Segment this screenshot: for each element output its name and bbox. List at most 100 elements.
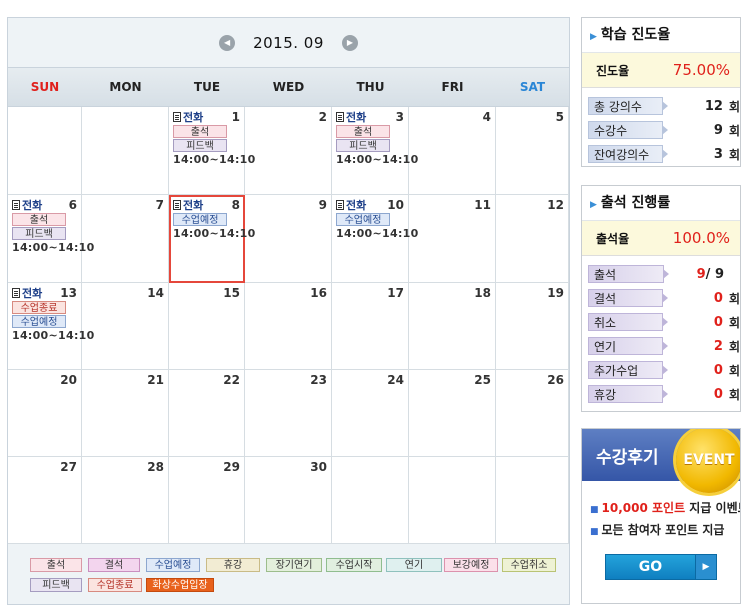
class-time: 14:00~14:10 <box>336 227 419 240</box>
class-entry[interactable]: 전화 수업예정 14:00~14:10 <box>173 198 256 240</box>
calendar-day-cell[interactable]: 6 전화 출석 피드백 14:00~14:10 <box>8 195 94 283</box>
calendar-day-cell[interactable]: 1 전화 출석 피드백 14:00~14:10 <box>169 107 255 195</box>
calendar-day-cell[interactable]: 9 <box>245 195 332 283</box>
legend-item: 수업시작 <box>326 558 382 572</box>
calendar-day-cell[interactable] <box>409 457 496 544</box>
stat-number: 0 <box>713 386 723 402</box>
calendar-day-cell[interactable]: 8 전화 수업예정 14:00~14:10 <box>169 195 255 283</box>
calendar-day-cell[interactable]: 28 <box>82 457 169 544</box>
arrow-left-icon: ◀ <box>224 38 231 47</box>
event-line-1: ■10,000 포인트 지급 이벤트 <box>590 501 740 515</box>
calendar-day-cell[interactable] <box>8 107 82 195</box>
calendar-day-cell[interactable]: 15 <box>169 283 245 370</box>
legend-item: 피드백 <box>30 578 82 592</box>
legend-item: 결석 <box>88 558 140 572</box>
tag-row: 피드백 <box>12 226 90 240</box>
legend-item: 수업취소 <box>502 558 556 572</box>
stat-label: 수강수 <box>588 121 669 139</box>
calendar-day-cell[interactable]: 24 <box>332 370 409 457</box>
class-entry[interactable]: 전화 출석 피드백 14:00~14:10 <box>173 110 255 166</box>
calendar-day-cell[interactable]: 5 <box>496 107 569 195</box>
status-tag: 피드백 <box>336 139 390 152</box>
memo-icon <box>336 112 344 122</box>
stat-value: 9/ 9 <box>664 267 724 282</box>
stat-value: 0 <box>663 291 723 306</box>
stat-label: 결석 <box>588 289 669 307</box>
stat-unit: 회 <box>728 339 740 354</box>
bullet-arrow-icon: ▶ <box>590 32 597 42</box>
calendar-day-cell[interactable]: 29 <box>169 457 245 544</box>
calendar-day-cell[interactable] <box>82 107 169 195</box>
status-legend: 출석 결석 수업예정 휴강 장기연기 수업시작 연기 보강예정 수업취소 피드백 수업종료 화상수업입… <box>8 548 569 604</box>
tag-row: 수업예정 <box>173 212 251 226</box>
calendar-day-cell[interactable]: 21 <box>82 370 169 457</box>
weekday-sat: SAT <box>519 80 546 94</box>
calendar-day-cell[interactable]: 2 <box>245 107 332 195</box>
day-number: 29 <box>223 460 240 474</box>
memo-icon <box>336 200 344 210</box>
calendar-day-cell[interactable] <box>496 457 569 544</box>
calendar-day-cell[interactable]: 27 <box>8 457 82 544</box>
stat-label: 출석 <box>588 265 669 283</box>
class-entry[interactable]: 전화 출석 피드백 14:00~14:10 <box>12 198 95 254</box>
calendar-day-cell[interactable]: 18 <box>409 283 496 370</box>
next-month-button[interactable]: ▶ <box>341 34 358 51</box>
stat-value: 12 <box>663 99 723 114</box>
tag-row: 피드백 <box>336 138 414 152</box>
day-number: 15 <box>223 286 240 300</box>
review-event-banner[interactable]: 수강후기 EVENT ■10,000 포인트 지급 이벤트 ■모든 참여자 포인… <box>581 428 741 604</box>
day-number: 4 <box>482 110 491 124</box>
legend-item: 수업예정 <box>146 558 200 572</box>
calendar-day-cell[interactable]: 25 <box>409 370 496 457</box>
progress-rate-value: 75.00% <box>672 61 730 79</box>
tag-row: 수업예정 <box>12 314 90 328</box>
calendar-day-cell[interactable]: 23 <box>245 370 332 457</box>
stat-value: 0 <box>663 387 723 402</box>
calendar-day-cell[interactable]: 30 <box>245 457 332 544</box>
class-entry[interactable]: 전화 출석 피드백 14:00~14:10 <box>336 110 418 166</box>
calendar-day-cell[interactable]: 14 <box>82 283 169 370</box>
phone-class-label: 전화 <box>12 198 90 212</box>
calendar-day-cell[interactable]: 11 <box>409 195 496 283</box>
legend-item: 연기 <box>386 558 442 572</box>
weekday-fri: FRI <box>441 80 464 94</box>
calendar-day-cell[interactable]: 22 <box>169 370 245 457</box>
day-number: 22 <box>223 373 240 387</box>
stat-value: 2 <box>663 339 723 354</box>
stat-row: 결석 0 회 <box>582 286 740 310</box>
day-number: 30 <box>310 460 327 474</box>
class-entry[interactable]: 전화 수업예정 14:00~14:10 <box>336 198 419 240</box>
calendar-day-cell[interactable]: 20 <box>8 370 82 457</box>
calendar-day-cell[interactable]: 10 전화 수업예정 14:00~14:10 <box>332 195 418 283</box>
calendar-day-cell[interactable] <box>332 457 409 544</box>
calendar-day-cell[interactable]: 3 전화 출석 피드백 14:00~14:10 <box>332 107 418 195</box>
status-tag: 출석 <box>173 125 227 138</box>
attendance-title: ▶ 출석 진행률 <box>582 186 740 221</box>
go-button[interactable]: GO ▶ <box>605 554 717 580</box>
stat-number: 9 <box>713 122 723 138</box>
calendar-day-cell[interactable]: 16 <box>245 283 332 370</box>
calendar-day-cell[interactable]: 19 <box>496 283 569 370</box>
calendar-day-cell[interactable]: 13 전화 수업종료 수업예정 14:00~14:10 <box>8 283 94 370</box>
stat-label: 연기 <box>588 337 669 355</box>
stat-value: 0 <box>663 363 723 378</box>
stat-unit: 회 <box>728 315 740 330</box>
class-type-label: 전화 <box>183 199 204 212</box>
tag-row: 피드백 <box>173 138 251 152</box>
calendar-day-cell[interactable]: 17 <box>332 283 409 370</box>
stat-number: 2 <box>713 338 723 354</box>
event-title: 수강후기 <box>596 448 659 468</box>
calendar-day-cell[interactable]: 12 <box>496 195 569 283</box>
class-entry[interactable]: 전화 수업종료 수업예정 14:00~14:10 <box>12 286 94 342</box>
class-time: 14:00~14:10 <box>173 227 256 240</box>
event-line-2: ■ 모든 참여자 포인트 지급 <box>590 523 725 537</box>
class-time: 14:00~14:10 <box>12 241 95 254</box>
calendar-day-cell[interactable]: 26 <box>496 370 569 457</box>
calendar-day-cell[interactable]: 4 <box>409 107 496 195</box>
weekday-tue: TUE <box>193 80 221 94</box>
calendar-day-cell[interactable]: 7 <box>82 195 169 283</box>
stat-unit: 회 <box>728 123 740 138</box>
prev-month-button[interactable]: ◀ <box>219 34 236 51</box>
stat-row: 잔여강의수 3 회 <box>582 142 740 166</box>
stat-row: 총 강의수 12 회 <box>582 94 740 118</box>
